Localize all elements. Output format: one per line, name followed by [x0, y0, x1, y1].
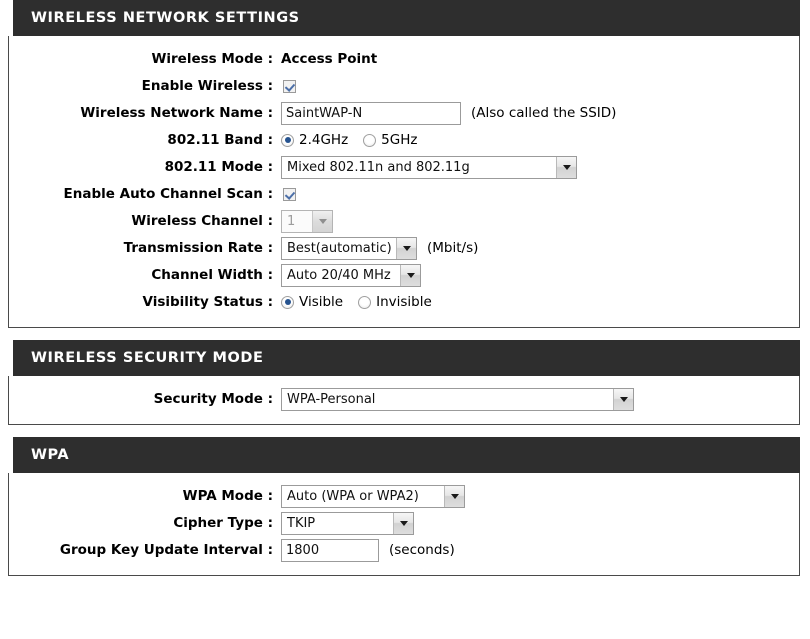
label-enable-auto-channel-scan: Enable Auto Channel Scan : [63, 186, 273, 202]
field-wireless-mode: Access Point [281, 51, 799, 67]
row-transmission-rate: Transmission Rate : Best(automatic) (Mbi… [9, 235, 799, 261]
select-value-wireless-channel: 1 [287, 213, 296, 229]
section-body-wireless-network-settings: Wireless Mode : Access Point Enable Wire… [8, 36, 800, 328]
row-wireless-network-name: Wireless Network Name : SaintWAP-N (Also… [9, 100, 799, 126]
select-80211-mode[interactable]: Mixed 802.11n and 802.11g [281, 155, 577, 179]
label-wireless-network-name: Wireless Network Name : [80, 105, 273, 121]
select-cipher-type[interactable]: TKIP [281, 511, 414, 535]
radio-option-24ghz[interactable]: 2.4GHz [281, 132, 348, 148]
field-cipher-type: TKIP [281, 511, 799, 535]
panel-wpa: WPA WPA Mode : Auto (WPA or WPA2) Cipher… [8, 437, 800, 576]
radio-label-5ghz: 5GHz [381, 132, 418, 148]
section-header-wpa: WPA [8, 437, 800, 473]
label-enable-wireless: Enable Wireless : [141, 78, 273, 94]
label-cipher-type: Cipher Type : [173, 515, 273, 531]
field-transmission-rate: Best(automatic) (Mbit/s) [281, 236, 799, 260]
chevron-down-icon[interactable] [613, 388, 633, 410]
section-body-wireless-security-mode: Security Mode : WPA-Personal [8, 376, 800, 425]
field-80211-mode: Mixed 802.11n and 802.11g [281, 155, 799, 179]
section-body-wpa: WPA Mode : Auto (WPA or WPA2) Cipher Typ… [8, 473, 800, 576]
select-transmission-rate[interactable]: Best(automatic) [281, 236, 417, 260]
input-group-key-update-interval[interactable]: 1800 [281, 538, 379, 562]
wireless-settings-page: WIRELESS NETWORK SETTINGS Wireless Mode … [0, 0, 810, 639]
select-security-mode[interactable]: WPA-Personal [281, 387, 634, 411]
field-80211-band: 2.4GHz 5GHz [281, 132, 799, 148]
chevron-down-icon[interactable] [396, 237, 416, 259]
radio-icon-24ghz[interactable] [281, 133, 294, 147]
row-wireless-mode: Wireless Mode : Access Point [9, 46, 799, 72]
field-channel-width: Auto 20/40 MHz [281, 263, 799, 287]
label-security-mode: Security Mode : [153, 391, 273, 407]
field-wireless-network-name: SaintWAP-N (Also called the SSID) [281, 101, 799, 125]
select-wpa-mode[interactable]: Auto (WPA or WPA2) [281, 484, 465, 508]
select-value-security-mode: WPA-Personal [287, 391, 376, 407]
label-wireless-channel: Wireless Channel : [131, 213, 273, 229]
row-channel-width: Channel Width : Auto 20/40 MHz [9, 262, 799, 288]
value-wireless-mode: Access Point [281, 51, 378, 67]
hint-group-key-update-interval: (seconds) [389, 542, 455, 558]
label-visibility-status: Visibility Status : [142, 294, 274, 310]
select-value-cipher-type: TKIP [287, 515, 316, 531]
label-group-key-update-interval: Group Key Update Interval : [59, 542, 273, 558]
chevron-down-icon[interactable] [393, 512, 413, 534]
field-wpa-mode: Auto (WPA or WPA2) [281, 484, 799, 508]
hint-ssid: (Also called the SSID) [471, 105, 617, 121]
select-channel-width[interactable]: Auto 20/40 MHz [281, 263, 421, 287]
radio-option-invisible[interactable]: Invisible [358, 294, 432, 310]
chevron-down-icon[interactable] [400, 264, 420, 286]
select-value-wpa-mode: Auto (WPA or WPA2) [287, 488, 419, 504]
row-wpa-mode: WPA Mode : Auto (WPA or WPA2) [9, 483, 799, 509]
radio-group-80211-band: 2.4GHz 5GHz [281, 132, 417, 148]
row-cipher-type: Cipher Type : TKIP [9, 510, 799, 536]
select-value-channel-width: Auto 20/40 MHz [287, 267, 391, 283]
row-enable-wireless: Enable Wireless : [9, 73, 799, 99]
row-security-mode: Security Mode : WPA-Personal [9, 386, 799, 412]
chevron-down-icon[interactable] [444, 485, 464, 507]
row-enable-auto-channel-scan: Enable Auto Channel Scan : [9, 181, 799, 207]
radio-icon-visible[interactable] [281, 295, 294, 309]
select-value-transmission-rate: Best(automatic) [287, 240, 392, 256]
radio-icon-invisible[interactable] [358, 295, 372, 309]
radio-label-24ghz: 2.4GHz [299, 132, 349, 148]
radio-icon-5ghz[interactable] [363, 133, 377, 147]
label-80211-mode: 802.11 Mode : [164, 159, 273, 175]
panel-wireless-security-mode: WIRELESS SECURITY MODE Security Mode : W… [8, 340, 800, 425]
row-visibility-status: Visibility Status : Visible Invisible [9, 289, 799, 315]
chevron-down-icon[interactable] [556, 156, 576, 178]
row-wireless-channel: Wireless Channel : 1 [9, 208, 799, 234]
checkbox-enable-auto-channel-scan[interactable] [283, 187, 296, 201]
select-wireless-channel: 1 [281, 209, 333, 233]
radio-label-visible: Visible [299, 294, 344, 310]
select-value-80211-mode: Mixed 802.11n and 802.11g [287, 159, 470, 175]
chevron-down-icon [312, 210, 332, 232]
hint-transmission-rate: (Mbit/s) [427, 240, 479, 256]
label-transmission-rate: Transmission Rate : [123, 240, 273, 256]
label-channel-width: Channel Width : [151, 267, 273, 283]
label-wireless-mode: Wireless Mode : [151, 51, 273, 67]
section-header-wireless-network-settings: WIRELESS NETWORK SETTINGS [8, 0, 800, 36]
field-visibility-status: Visible Invisible [281, 294, 799, 310]
radio-option-5ghz[interactable]: 5GHz [363, 132, 417, 148]
field-wireless-channel: 1 [281, 209, 799, 233]
section-header-wireless-security-mode: WIRELESS SECURITY MODE [8, 340, 800, 376]
field-enable-wireless [281, 79, 799, 93]
radio-option-visible[interactable]: Visible [281, 294, 343, 310]
field-group-key-update-interval: 1800 (seconds) [281, 538, 799, 562]
label-80211-band: 802.11 Band : [167, 132, 273, 148]
radio-group-visibility-status: Visible Invisible [281, 294, 432, 310]
field-security-mode: WPA-Personal [281, 387, 799, 411]
row-80211-mode: 802.11 Mode : Mixed 802.11n and 802.11g [9, 154, 799, 180]
panel-wireless-network-settings: WIRELESS NETWORK SETTINGS Wireless Mode … [8, 0, 800, 328]
row-group-key-update-interval: Group Key Update Interval : 1800 (second… [9, 537, 799, 563]
checkbox-enable-wireless[interactable] [283, 79, 296, 93]
row-80211-band: 802.11 Band : 2.4GHz 5GHz [9, 127, 799, 153]
radio-label-invisible: Invisible [376, 294, 432, 310]
field-enable-auto-channel-scan [281, 187, 799, 201]
input-wireless-network-name[interactable]: SaintWAP-N [281, 101, 461, 125]
label-wpa-mode: WPA Mode : [182, 488, 273, 504]
